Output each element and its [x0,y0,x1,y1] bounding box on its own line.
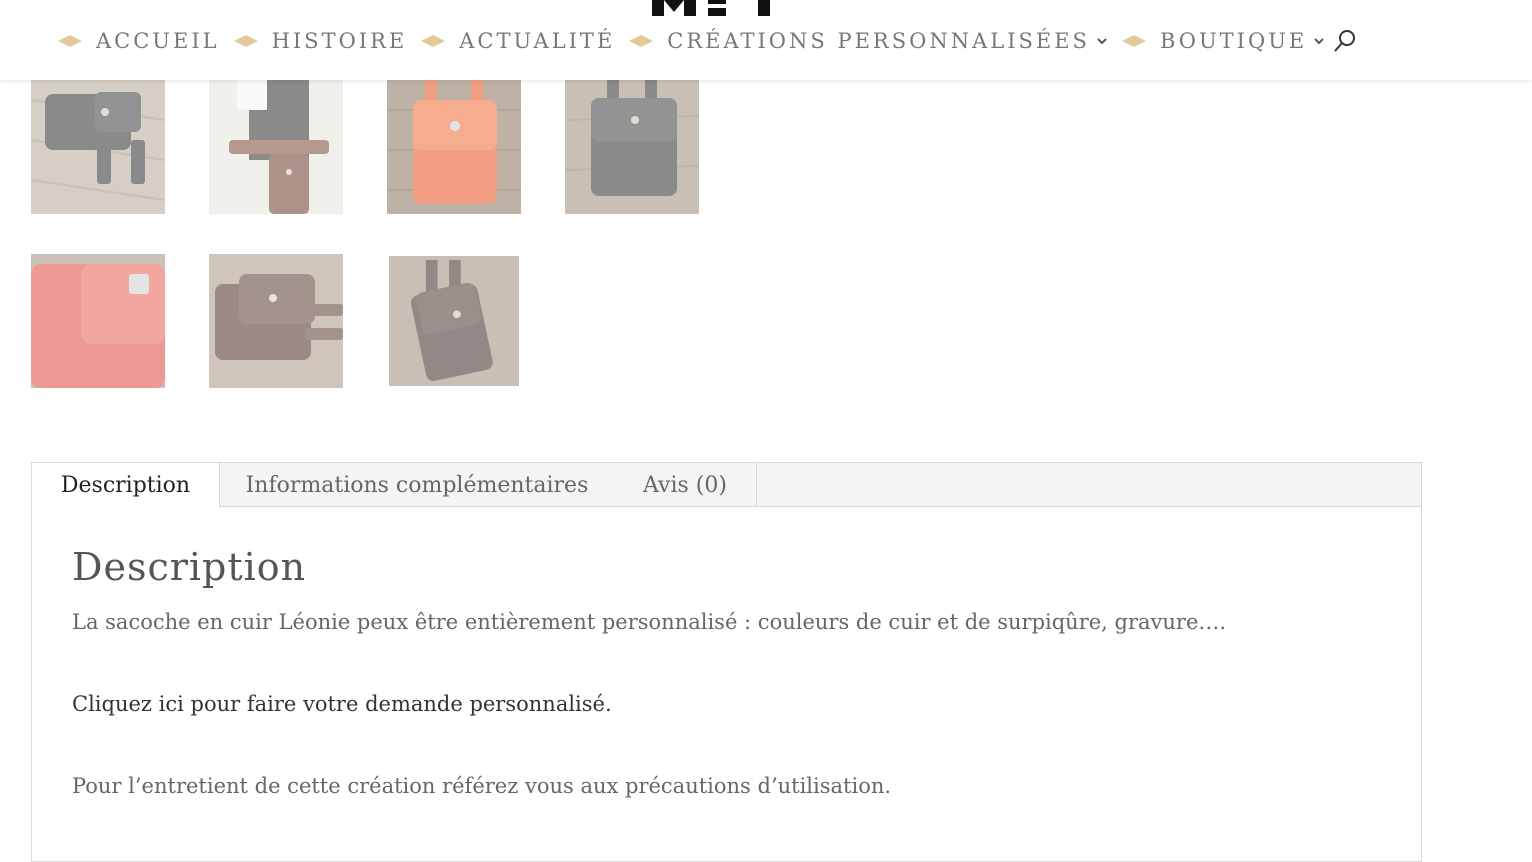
product-thumb-5[interactable] [31,254,165,388]
custom-request-link[interactable]: Cliquez ici pour faire votre demande per… [72,691,1372,717]
description-panel: Description La sacoche en cuir Léonie pe… [72,545,1372,855]
nav-item-actualite[interactable]: ACTUALITÉ [421,29,615,53]
diamond-icon [58,35,82,47]
product-thumb-1[interactable] [31,80,165,214]
nav-label: ACCUEIL [96,29,220,53]
product-thumb-7[interactable] [389,256,519,386]
nav-label: ACTUALITÉ [459,29,616,53]
nav-label: BOUTIQUE [1159,29,1308,53]
care-instructions-text: Pour l’entretient de cette création réfé… [72,774,892,798]
nav-item-histoire[interactable]: HISTOIRE [233,29,408,53]
tab-avis[interactable]: Avis (0) [614,463,757,507]
product-thumb-6[interactable] [209,254,343,388]
product-thumb-3[interactable] [387,80,521,214]
product-thumb-2[interactable] [209,80,343,214]
diamond-icon [233,35,258,47]
diamond-icon [629,35,654,47]
search-icon[interactable] [1332,28,1358,54]
nav-item-accueil[interactable]: ACCUEIL [58,29,220,53]
diamond-icon [421,35,446,47]
nav-item-creations[interactable]: CRÉATIONS PERSONNALISÉES [629,29,1108,53]
nav-label: CRÉATIONS PERSONNALISÉES [667,29,1090,53]
diamond-icon [1121,35,1146,47]
tab-informations[interactable]: Informations complémentaires [220,463,614,507]
product-gallery [31,80,751,400]
nav-item-boutique[interactable]: BOUTIQUE [1121,29,1325,53]
tabs-bar: Description Informations complémentaires… [32,463,1421,508]
site-logo[interactable] [650,0,790,18]
chevron-down-icon[interactable] [1096,35,1108,47]
nav-label: HISTOIRE [271,29,408,53]
tab-description[interactable]: Description [32,463,220,508]
chevron-down-icon[interactable] [1313,35,1325,47]
product-thumb-4[interactable] [565,80,699,214]
main-nav: ACCUEIL HISTOIRE ACTUALITÉ CRÉATIONS PER… [58,26,1339,56]
description-title: Description [72,545,307,589]
product-tabs: Description Informations complémentaires… [31,462,1422,862]
description-text: La sacoche en cuir Léonie peux être enti… [72,610,1227,634]
site-header: ACCUEIL HISTOIRE ACTUALITÉ CRÉATIONS PER… [0,0,1532,80]
